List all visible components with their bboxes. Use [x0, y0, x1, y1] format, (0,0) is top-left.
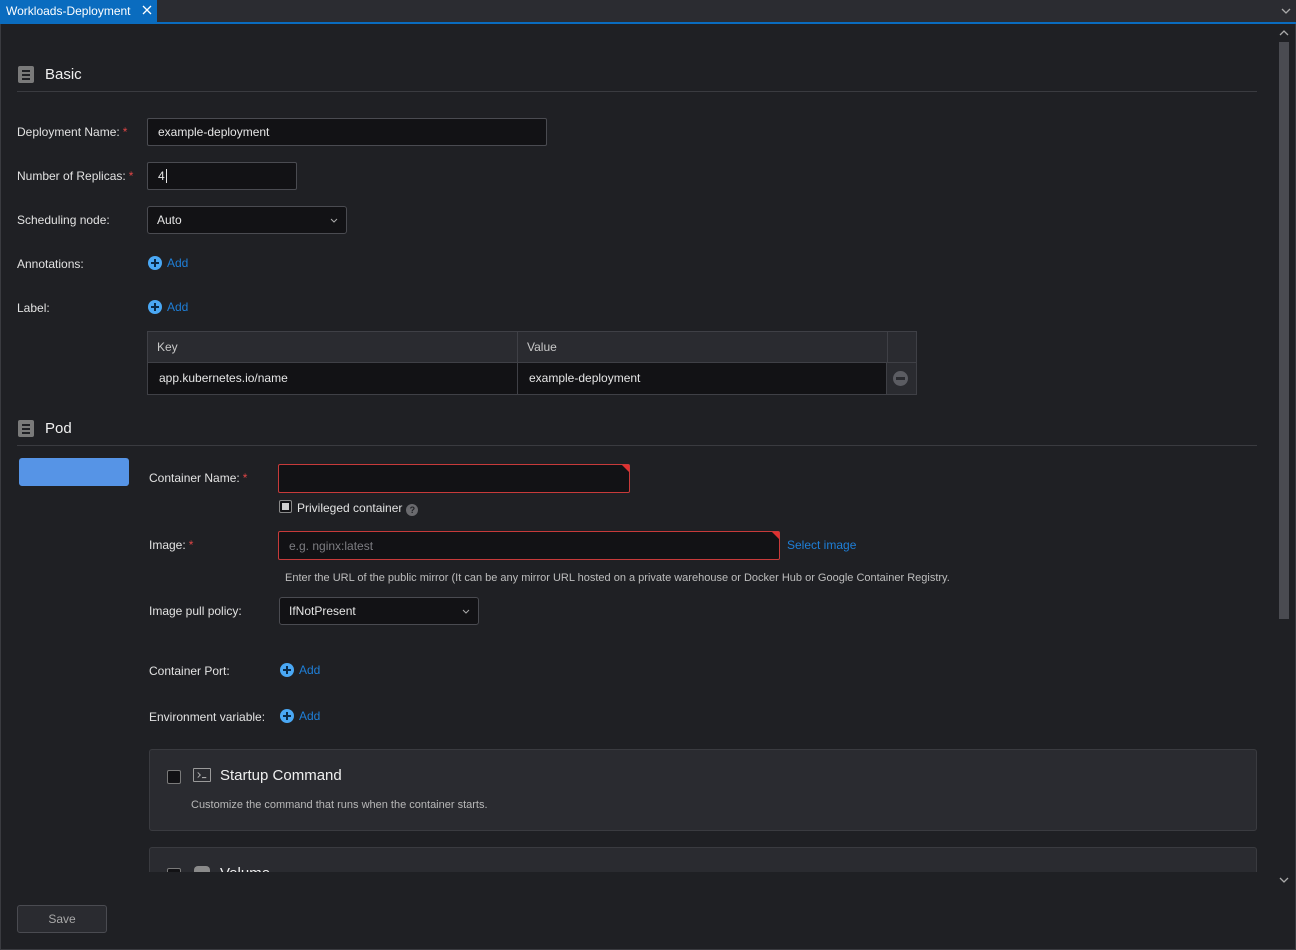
volume-checkbox[interactable]: [167, 868, 181, 872]
chevron-down-icon: [462, 609, 470, 614]
label-value-input[interactable]: example-deployment: [518, 363, 887, 394]
deployment-name-label: Deployment Name: *: [17, 125, 128, 139]
volume-title: Volume: [220, 865, 270, 872]
annotations-label: Annotations:: [17, 257, 84, 271]
image-pull-policy-select[interactable]: IfNotPresent: [279, 597, 479, 625]
save-button[interactable]: Save: [17, 905, 107, 933]
add-annotation-button[interactable]: Add: [148, 256, 188, 270]
label-table: Key Value app.kubernetes.io/name example…: [147, 331, 917, 395]
column-header-actions: [888, 332, 916, 363]
replicas-input[interactable]: 4: [147, 162, 297, 190]
storage-icon: [194, 866, 210, 872]
plus-circle-icon: [148, 300, 162, 314]
chevron-down-icon[interactable]: [1280, 5, 1292, 17]
plus-circle-icon: [280, 709, 294, 723]
document-icon: [18, 420, 34, 437]
environment-variable-label: Environment variable:: [149, 710, 266, 724]
document-icon: [18, 66, 34, 83]
deployment-name-input[interactable]: example-deployment: [147, 118, 547, 146]
scrollbar-thumb[interactable]: [1279, 42, 1289, 619]
remove-label-icon[interactable]: [893, 371, 908, 386]
section-title-basic: Basic: [45, 66, 82, 83]
label-label: Label:: [17, 301, 50, 315]
container-tab[interactable]: [19, 458, 129, 486]
container-port-label: Container Port:: [149, 664, 230, 678]
select-image-link[interactable]: Select image: [787, 538, 856, 552]
add-label-button[interactable]: Add: [148, 300, 188, 314]
scheduling-node-select[interactable]: Auto: [147, 206, 347, 234]
plus-circle-icon: [280, 663, 294, 677]
privileged-checkbox[interactable]: [279, 500, 292, 513]
scheduling-node-label: Scheduling node:: [17, 213, 110, 227]
add-container-port-button[interactable]: Add: [280, 663, 320, 677]
label-key-input[interactable]: app.kubernetes.io/name: [148, 363, 518, 394]
startup-command-checkbox[interactable]: [167, 770, 181, 784]
column-header-key: Key: [148, 332, 518, 363]
plus-circle-icon: [148, 256, 162, 270]
chevron-down-icon: [330, 218, 338, 223]
image-pull-policy-label: Image pull policy:: [149, 604, 242, 618]
container-name-input[interactable]: [278, 464, 630, 493]
image-label: Image: *: [149, 538, 194, 552]
section-title-pod: Pod: [45, 420, 72, 437]
tab-bar: Workloads-Deployment: [0, 0, 1296, 22]
privileged-label: Privileged container?: [297, 501, 419, 516]
image-hint: Enter the URL of the public mirror (It c…: [285, 572, 950, 584]
scroll-area[interactable]: Basic Deployment Name: * example-deployme…: [0, 24, 1275, 872]
startup-command-description: Customize the command that runs when the…: [191, 799, 488, 811]
volume-card: Volume: [149, 847, 1257, 872]
startup-command-card: Startup Command Customize the command th…: [149, 749, 1257, 831]
scroll-down-icon[interactable]: [1278, 875, 1290, 885]
tab-title: Workloads-Deployment: [6, 4, 131, 18]
tab-workloads-deployment[interactable]: Workloads-Deployment: [0, 0, 157, 22]
section-basic: Basic: [17, 62, 1257, 92]
section-pod: Pod: [17, 416, 1257, 446]
container-name-label: Container Name: *: [149, 471, 248, 485]
image-input[interactable]: e.g. nginx:latest: [278, 531, 780, 560]
replicas-label: Number of Replicas: *: [17, 169, 134, 183]
terminal-icon: [193, 768, 211, 782]
scroll-up-icon[interactable]: [1278, 28, 1290, 38]
add-environment-variable-button[interactable]: Add: [280, 709, 320, 723]
column-header-value: Value: [518, 332, 888, 363]
startup-command-title: Startup Command: [220, 767, 342, 784]
close-icon[interactable]: [140, 3, 154, 17]
help-icon[interactable]: ?: [406, 504, 419, 516]
